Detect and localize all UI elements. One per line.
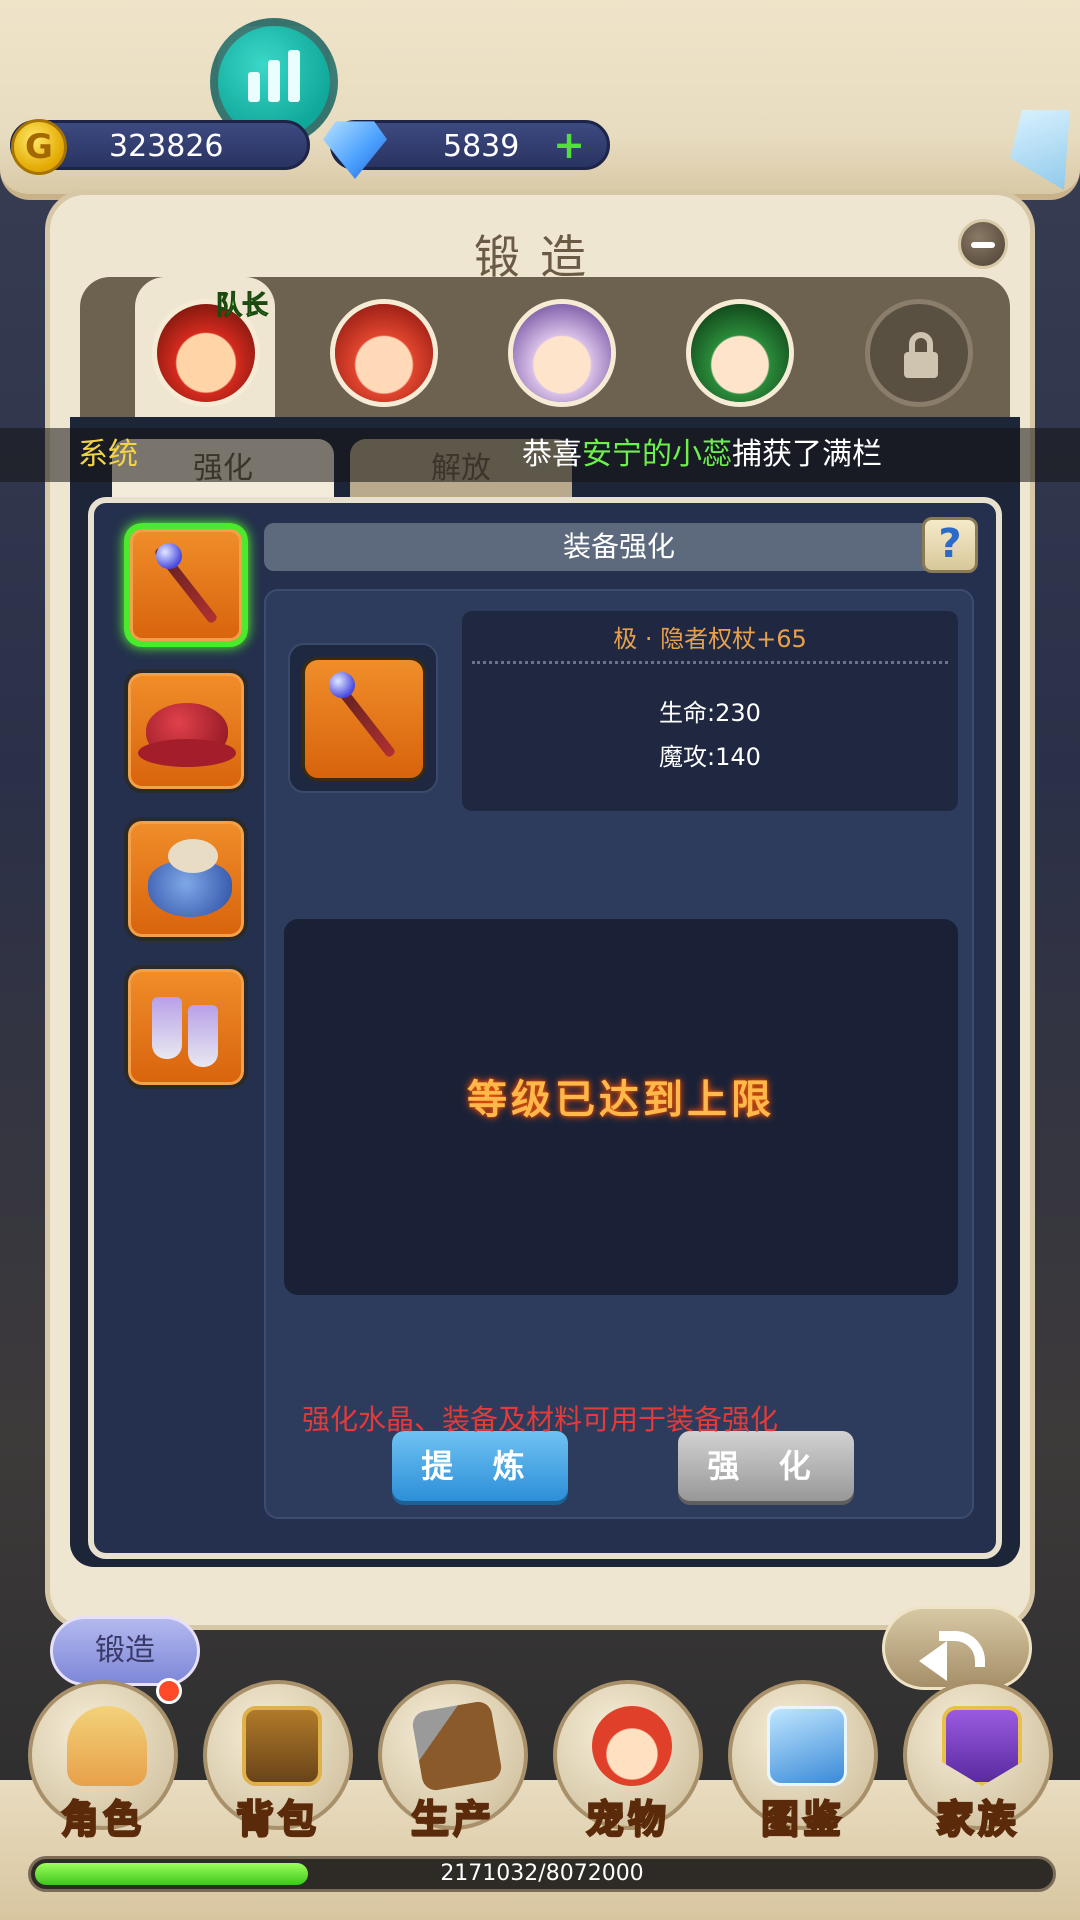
nav-label: 背包: [235, 1796, 320, 1842]
equip-slot-helmet[interactable]: [124, 669, 248, 793]
gem-amount: 5839: [443, 129, 520, 164]
equip-slot-boots[interactable]: [124, 965, 248, 1089]
experience-bar: 2171032/8072000: [28, 1856, 1056, 1892]
character-face-icon: [513, 304, 611, 402]
nav-label: 家族: [935, 1796, 1020, 1842]
refine-button[interactable]: 提 炼: [392, 1431, 568, 1501]
forge-menu-button[interactable]: 锻造: [50, 1616, 200, 1686]
bar-icon: [248, 72, 260, 102]
leader-tag: 队长: [215, 291, 269, 322]
character-portrait-2[interactable]: [330, 299, 438, 407]
staff-orb-icon: [156, 543, 182, 569]
family-banner-icon: [942, 1706, 1022, 1786]
top-banner: [0, 0, 1080, 200]
gold-amount: 323826: [109, 129, 224, 164]
equipment-detail: 极 · 隐者权杖+65 生命:230 魔攻:140 等级已达到上限 提 炼 强 …: [264, 589, 974, 1519]
item-name: 极 · 隐者权杖+65: [613, 625, 807, 653]
nav-bag[interactable]: 背包: [203, 1680, 353, 1850]
nav-label: 生产: [410, 1796, 495, 1842]
notification-dot: [156, 1678, 182, 1704]
experience-text: 2171032/8072000: [440, 1861, 644, 1886]
broadcast-channel: 系统: [78, 437, 138, 472]
character-icon: [67, 1706, 147, 1786]
broadcast-prefix: 恭喜: [522, 437, 582, 472]
locked-character-slot[interactable]: [865, 299, 973, 407]
nav-label: 宠物: [585, 1796, 670, 1842]
broadcast-message: 恭喜安宁的小蕊捕获了满栏: [522, 428, 882, 482]
boot-icon: [188, 1005, 218, 1067]
nav-family[interactable]: 家族: [903, 1680, 1053, 1850]
pickaxe-icon: [410, 1699, 504, 1793]
character-portrait-3[interactable]: [508, 299, 616, 407]
max-level-message: 等级已达到上限: [467, 1077, 775, 1123]
gem-counter: 5839 +: [323, 120, 610, 179]
character-face-icon: [335, 304, 433, 402]
help-button[interactable]: ?: [922, 517, 978, 573]
cape-collar-icon: [168, 839, 218, 873]
forge-content-frame: 强化 解放 装备强化 ?: [70, 417, 1020, 1567]
codex-book-icon: [767, 1706, 847, 1786]
character-portrait-4[interactable]: [686, 299, 794, 407]
item-preview-frame: [302, 657, 426, 781]
nav-codex[interactable]: 图鉴: [728, 1680, 878, 1850]
enhance-button[interactable]: 强 化: [678, 1431, 854, 1501]
equip-slot-weapon[interactable]: [124, 523, 248, 647]
add-gems-button[interactable]: +: [553, 123, 585, 167]
boot-icon: [152, 997, 182, 1059]
stat-hp: 生命:230: [659, 699, 761, 727]
gold-counter: G 323826: [10, 119, 310, 175]
pet-icon: [592, 1706, 672, 1786]
stat-magic-attack: 魔攻:140: [659, 743, 761, 771]
system-broadcast: 系统 恭喜安宁的小蕊捕获了满栏: [0, 428, 1080, 482]
staff-orb-icon: [329, 672, 355, 698]
nav-label: 图鉴: [760, 1796, 845, 1842]
gold-coin-icon: G: [11, 119, 67, 175]
nav-pet[interactable]: 宠物: [553, 1680, 703, 1850]
equip-slot-armor[interactable]: [124, 817, 248, 941]
max-level-panel: 等级已达到上限: [284, 919, 958, 1295]
lock-icon: [904, 352, 938, 378]
item-info: 极 · 隐者权杖+65 生命:230 魔攻:140: [462, 611, 958, 811]
bar-icon: [268, 60, 280, 102]
nav-character[interactable]: 角色: [28, 1680, 178, 1850]
bar-icon: [288, 50, 300, 102]
bag-chest-icon: [242, 1706, 322, 1786]
nav-label: 角色: [60, 1796, 145, 1842]
section-title: 装备强化: [264, 523, 974, 571]
character-face-icon: [691, 304, 789, 402]
item-preview: [288, 643, 438, 793]
back-button[interactable]: [882, 1606, 1032, 1690]
minimize-button[interactable]: [958, 219, 1008, 269]
nav-production[interactable]: 生产: [378, 1680, 528, 1850]
hat-brim-icon: [138, 739, 236, 767]
broadcast-player[interactable]: 安宁的小蕊: [582, 437, 732, 472]
back-arrow-icon: [919, 1641, 947, 1681]
character-selector: 队长: [80, 277, 1010, 427]
divider: [472, 661, 948, 664]
forge-hint: 强化水晶、装备及材料可用于装备强化: [301, 1403, 778, 1436]
broadcast-suffix: 捕获了满栏: [732, 437, 882, 472]
